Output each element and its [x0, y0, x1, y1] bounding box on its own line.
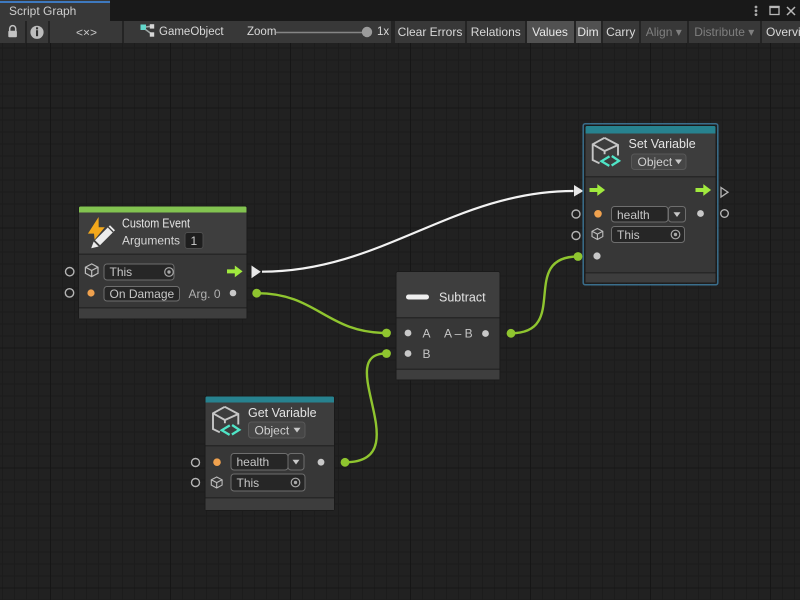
svg-text:Arguments: Arguments	[122, 234, 180, 248]
svg-text:This: This	[237, 476, 260, 490]
svg-text:This: This	[617, 228, 640, 242]
svg-text:Custom Event: Custom Event	[122, 216, 190, 230]
svg-text:Set Variable: Set Variable	[629, 137, 696, 151]
svg-text:<×>: <×>	[76, 26, 97, 40]
svg-text:Subtract: Subtract	[439, 290, 486, 304]
svg-text:B: B	[423, 347, 431, 361]
svg-text:On Damage: On Damage	[110, 287, 175, 301]
svg-text:Object: Object	[638, 155, 673, 169]
svg-text:health: health	[237, 455, 270, 469]
svg-text:This: This	[110, 265, 133, 279]
svg-text:A: A	[423, 326, 431, 340]
svg-text:Arg. 0: Arg. 0	[189, 287, 221, 301]
svg-text:A – B: A – B	[444, 326, 473, 340]
svg-text:Get Variable: Get Variable	[248, 406, 317, 420]
svg-text:1: 1	[191, 234, 198, 248]
svg-text:health: health	[617, 208, 650, 222]
svg-text:Object: Object	[255, 423, 290, 437]
